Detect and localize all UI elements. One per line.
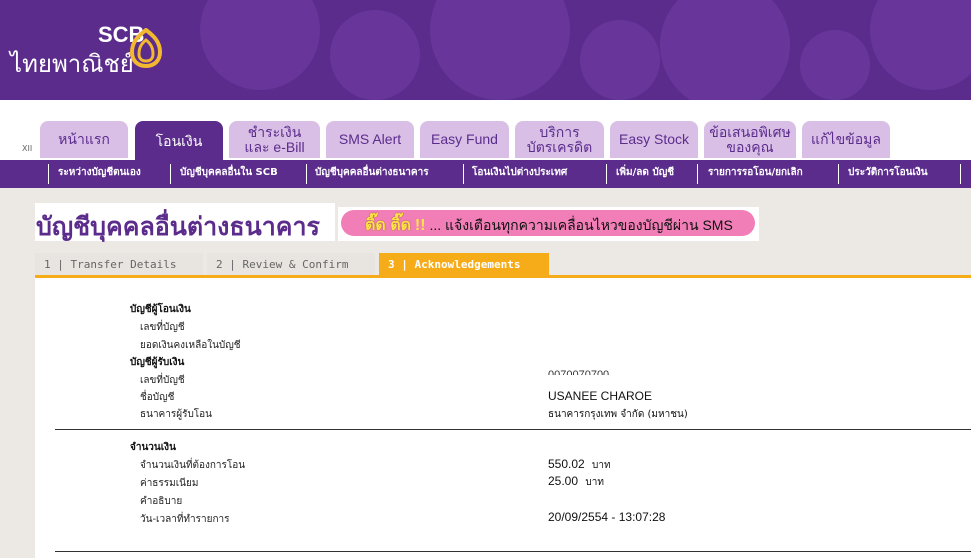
tab-bill-payment[interactable]: ชำระเงิน และ e-Bill [229, 121, 320, 158]
page-title: บัญชีบุคคลอื่นต่างธนาคาร [36, 213, 320, 241]
sms-banner-highlight: ติ๊ด ติ๊ด [365, 217, 412, 234]
tab-special-offers[interactable]: ข้อเสนอพิเศษ ของคุณ [704, 121, 796, 158]
xii-marker: XII [22, 144, 33, 153]
to-account-heading: บัญชีผู้รับเงิน [130, 357, 185, 368]
scb-emblem-icon [129, 28, 163, 68]
subnav-separator [838, 164, 839, 184]
section-divider [55, 429, 971, 430]
subnav-own-accounts[interactable]: ระหว่างบัญชีตนเอง [58, 165, 141, 180]
to-account-name-value: USANEE CHAROE [548, 389, 653, 403]
banner-decoration [870, 0, 971, 90]
fee-currency: บาท [585, 477, 604, 488]
tab-edit-profile[interactable]: แก้ไขข้อมูล [802, 121, 890, 158]
banner-decoration [580, 20, 660, 100]
step-acknowledgements: 3 | Acknowledgements [379, 253, 549, 275]
from-balance-label: ยอดเงินคงเหลือในบัญชี [140, 340, 241, 351]
banner-decoration [330, 10, 420, 100]
subnav-separator [960, 164, 961, 184]
subnav-separator [48, 164, 49, 184]
sub-nav: ระหว่างบัญชีตนเอง บัญชีบุคคลอื่นใน SCB บ… [0, 160, 971, 188]
transfer-amount-label: จำนวนเงินที่ต้องการโอน [140, 460, 246, 471]
tab-credit-card[interactable]: บริการ บัตรเครดิต [515, 121, 604, 158]
transfer-amount-value: 550.02 บาท [548, 457, 611, 473]
transfer-amount-currency: บาท [592, 460, 611, 471]
subnav-international[interactable]: โอนเงินไปต่างประเทศ [472, 165, 567, 180]
banner-decoration [200, 0, 320, 90]
to-bank-value: ธนาคารกรุงเทพ จำกัด (มหาชน) [548, 409, 688, 420]
step-review-confirm: 2 | Review & Confirm [207, 253, 375, 275]
subnav-history[interactable]: ประวัติการโอนเงิน [848, 165, 928, 180]
logo-thai-text: ไทยพาณิชย์ [10, 51, 134, 78]
tab-easy-fund[interactable]: Easy Fund [420, 121, 509, 158]
datetime-value: 20/09/2554 - 13:07:28 [548, 510, 666, 524]
tab-transfer[interactable]: โอนเงิน [135, 121, 223, 161]
subnav-other-bank[interactable]: บัญชีบุคคลอื่นต่างธนาคาร [315, 165, 429, 180]
fee-value: 25.00 บาท [548, 474, 604, 490]
tab-home[interactable]: หน้าแรก [40, 121, 128, 158]
subnav-separator [463, 164, 464, 184]
description-label: คำอธิบาย [140, 496, 183, 507]
fee-label: ค่าธรรมเนียม [140, 478, 199, 489]
transfer-amount-number: 550.02 [548, 457, 585, 471]
to-bank-label: ธนาคารผู้รับโอน [140, 409, 213, 420]
fee-number: 25.00 [548, 474, 579, 488]
redacted-area [538, 375, 618, 383]
banner-decoration [430, 0, 570, 100]
redacted-area [531, 313, 623, 355]
subnav-add-remove[interactable]: เพิ่ม/ลด บัญชี [616, 165, 674, 180]
to-account-name-label: ชื่อบัญชี [140, 392, 175, 403]
tab-easy-stock[interactable]: Easy Stock [610, 121, 698, 158]
section-divider-bottom [55, 551, 971, 552]
sms-banner-exclaim: !! [414, 217, 426, 234]
sms-banner-message: ... แจ้งเตือนทุกความเคลื่อนไหวของบัญชีผ่… [429, 217, 733, 233]
subnav-pending[interactable]: รายการรอโอน/ยกเลิก [708, 165, 803, 180]
sms-banner-text: ติ๊ด ติ๊ด !! ... แจ้งเตือนทุกความเคลื่อน… [365, 213, 733, 238]
from-account-heading: บัญชีผู้โอนเงิน [130, 304, 191, 315]
amount-heading: จำนวนเงิน [130, 442, 176, 453]
datetime-label: วัน-เวลาที่ทำรายการ [140, 514, 230, 525]
banner-decoration [660, 0, 790, 100]
logo[interactable]: SCB ไทยพาณิชย์ [0, 0, 190, 100]
header-banner: SCB ไทยพาณิชย์ [0, 0, 971, 100]
tab-sms-alert[interactable]: SMS Alert [326, 121, 414, 158]
subnav-other-scb[interactable]: บัญชีบุคคลอื่นใน SCB [180, 165, 278, 180]
subnav-separator [606, 164, 607, 184]
to-account-number-label: เลขที่บัญชี [140, 375, 185, 386]
subnav-separator [170, 164, 171, 184]
step-transfer-details: 1 | Transfer Details [35, 253, 203, 275]
from-account-number-label: เลขที่บัญชี [140, 322, 185, 333]
banner-decoration [800, 30, 870, 100]
subnav-separator [306, 164, 307, 184]
subnav-separator [697, 164, 698, 184]
